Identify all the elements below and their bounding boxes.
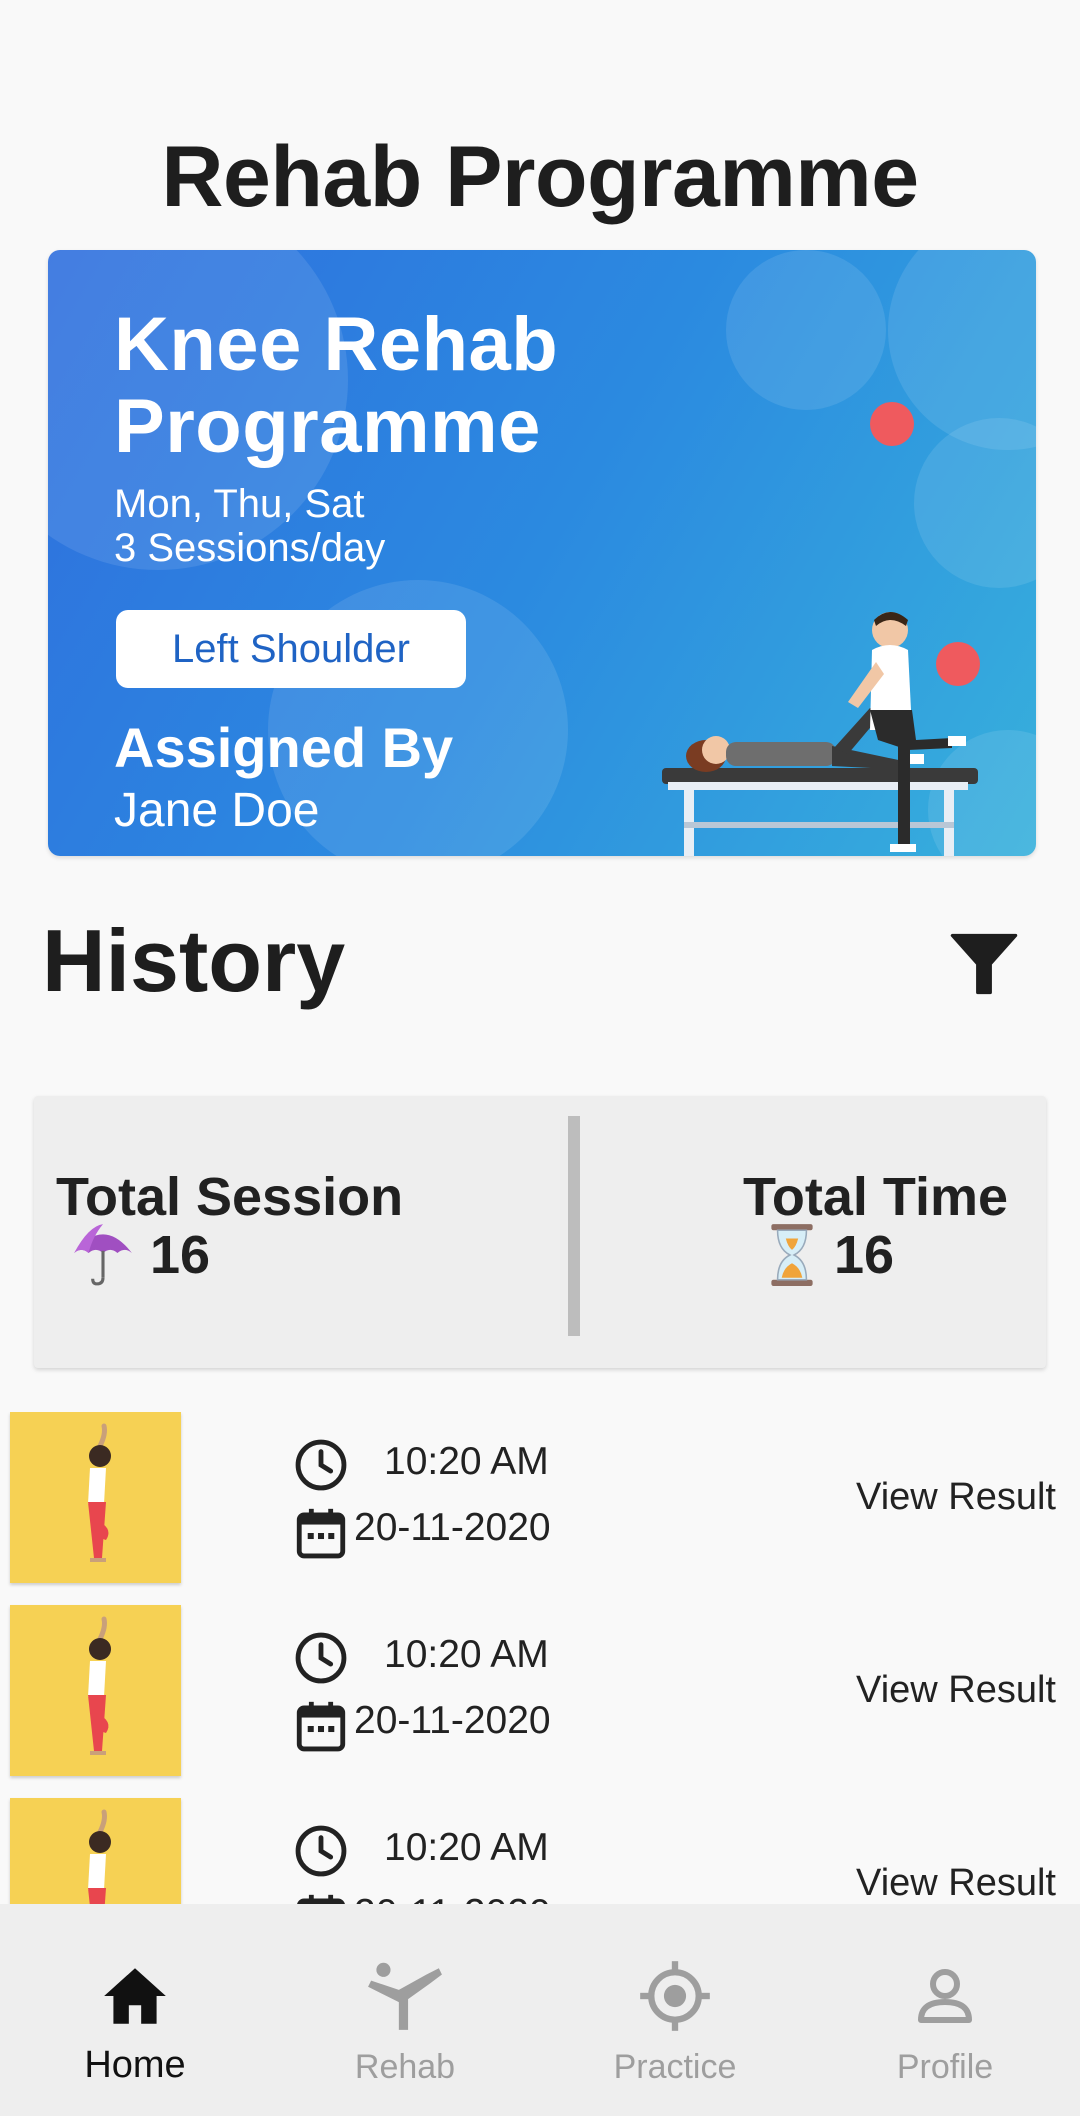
decorative-dot: [870, 402, 914, 446]
history-list[interactable]: 10:20 AM 20-11-2020 View Result 10:20 AM…: [0, 1412, 1080, 1904]
app-root: Rehab Programme Knee Rehab Programme Mon…: [0, 0, 1080, 2116]
banner-title-line1: Knee Rehab: [114, 302, 559, 387]
nav-label-rehab: Rehab: [354, 2048, 456, 2086]
clock-icon: [295, 1439, 347, 1491]
clock-icon: [295, 1825, 347, 1877]
total-session-value: 16: [150, 1225, 211, 1285]
bottom-navigation: Home Rehab Practice Profile: [0, 1904, 1080, 2116]
nav-item-home[interactable]: Home: [0, 1904, 270, 2116]
nav-item-profile[interactable]: Profile: [810, 1904, 1080, 2116]
martial-arts-icon: [368, 1962, 442, 2030]
calendar-icon: [296, 1701, 346, 1752]
decorative-bubble: [914, 418, 1036, 588]
history-title: History: [42, 911, 346, 1010]
yoga-pose-icon: [88, 1809, 111, 1904]
nav-label-practice: Practice: [613, 2048, 737, 2086]
target-icon: [640, 1961, 710, 2031]
session-time: 10:20 AM: [384, 1826, 549, 1869]
session-date: 20-11-2020: [354, 1699, 551, 1742]
session-time: 10:20 AM: [384, 1633, 549, 1676]
assigned-by-label: Assigned By: [114, 716, 454, 779]
banner-title-line2: Programme: [114, 384, 541, 469]
decorative-bubble: [726, 250, 886, 410]
banner-title: Knee Rehab Programme: [114, 304, 558, 468]
nav-label-profile: Profile: [896, 2048, 994, 2086]
session-thumbnail: [10, 1412, 181, 1583]
nav-item-rehab[interactable]: Rehab: [270, 1904, 540, 2116]
clock-icon: [295, 1632, 347, 1684]
page-title: Rehab Programme: [161, 129, 919, 225]
calendar-icon: [296, 1508, 346, 1559]
banner-days: Mon, Thu, Sat: [114, 482, 365, 526]
assigned-by-name: Jane Doe: [114, 784, 320, 837]
nav-icon-wrapper: [909, 1958, 981, 2034]
session-date: 20-11-2020: [354, 1506, 551, 1549]
stats-card: Total Session 16 Total Time 16: [34, 1096, 1046, 1368]
person-icon: [918, 1969, 972, 2023]
view-result-link[interactable]: View Result: [856, 1476, 1056, 1519]
history-row[interactable]: 10:20 AM 20-11-2020 View Result: [0, 1412, 1080, 1605]
banner-sessions: 3 Sessions/day: [114, 526, 386, 570]
view-result-link[interactable]: View Result: [856, 1862, 1056, 1904]
total-time-value: 16: [834, 1225, 895, 1285]
total-time-label: Total Time: [742, 1167, 1008, 1227]
physio-illustration: [662, 612, 978, 856]
nav-icon-wrapper: [98, 1958, 172, 2034]
filter-icon: [950, 933, 1018, 995]
session-thumbnail: [10, 1605, 181, 1776]
nav-item-practice[interactable]: Practice: [540, 1904, 810, 2116]
total-time-value-row: 16: [764, 1222, 894, 1288]
body-part-badge: Left Shoulder: [116, 610, 466, 688]
filter-button[interactable]: [942, 924, 1026, 1004]
view-result-link[interactable]: View Result: [856, 1669, 1056, 1712]
umbrella-icon: [74, 1224, 132, 1286]
hourglass-icon: [771, 1224, 813, 1286]
nav-icon-wrapper: [637, 1958, 713, 2034]
nav-label-home: Home: [84, 2044, 186, 2086]
programme-banner[interactable]: Knee Rehab Programme Mon, Thu, Sat 3 Ses…: [48, 250, 1036, 856]
session-thumbnail: [10, 1798, 181, 1904]
home-icon: [104, 1968, 166, 2024]
stats-divider: [568, 1116, 580, 1336]
yoga-pose-icon: [88, 1423, 111, 1562]
session-date: 20-11-2020: [354, 1892, 551, 1904]
calendar-icon: [297, 1894, 345, 1904]
history-row[interactable]: 10:20 AM 20-11-2020 View Result: [0, 1798, 1080, 1904]
history-row[interactable]: 10:20 AM 20-11-2020 View Result: [0, 1605, 1080, 1798]
total-session-value-row: 16: [70, 1222, 210, 1288]
yoga-pose-icon: [88, 1616, 111, 1755]
session-time: 10:20 AM: [384, 1440, 549, 1483]
total-session-label: Total Session: [56, 1167, 404, 1227]
nav-icon-wrapper: [365, 1958, 445, 2034]
